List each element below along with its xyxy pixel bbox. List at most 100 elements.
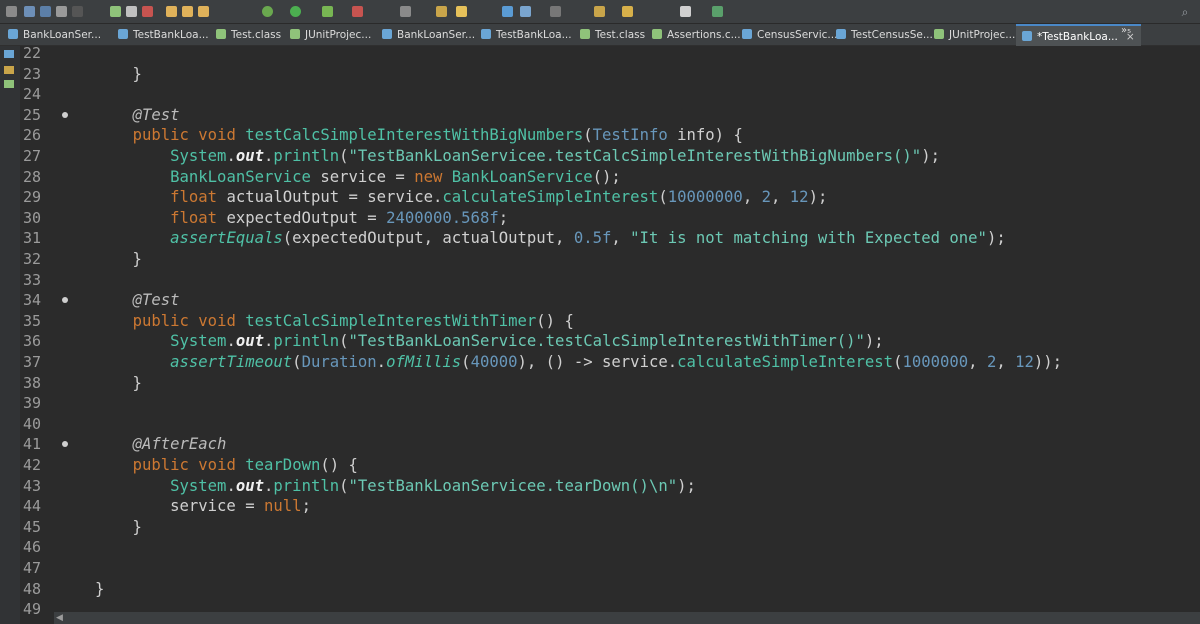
fold-marker-icon[interactable] xyxy=(62,111,68,118)
junit-icon[interactable] xyxy=(4,80,14,88)
code-token: 12 xyxy=(789,188,809,207)
toggle-mark-icon[interactable] xyxy=(520,6,531,17)
new-package-icon[interactable] xyxy=(436,6,447,17)
code-line[interactable]: 30 float expectedOutput = 2400000.568f; xyxy=(20,208,1200,229)
line-number: 46 xyxy=(23,538,42,557)
code-token: actualOutput = service. xyxy=(217,188,443,207)
next-annotation-icon[interactable] xyxy=(594,6,605,17)
resume-icon[interactable] xyxy=(110,6,121,17)
code-line[interactable]: 37 assertTimeout(Duration.ofMillis(40000… xyxy=(20,352,1200,373)
code-line[interactable]: 26 public void testCalcSimpleInterestWit… xyxy=(20,125,1200,146)
code-line[interactable]: 36 System.out.println("TestBankLoanServi… xyxy=(20,331,1200,352)
code-line[interactable]: 38 } xyxy=(20,373,1200,394)
code-line[interactable]: 41 @AfterEach xyxy=(20,434,1200,455)
save-all-icon[interactable] xyxy=(40,6,51,17)
run-icon[interactable] xyxy=(290,6,301,17)
code-token: } xyxy=(95,250,142,268)
code-token: assertEquals xyxy=(170,229,283,248)
print-icon[interactable] xyxy=(56,6,67,17)
scroll-left-icon[interactable]: ◀ xyxy=(56,612,63,624)
code-line[interactable]: 44 service = null; xyxy=(20,496,1200,517)
tab-label: BankLoanSer... xyxy=(397,29,476,41)
code-line[interactable]: 47 xyxy=(20,558,1200,579)
code-editor[interactable]: 22 23 } 24 25 @Test 26 public void testCalcS… xyxy=(20,43,1200,618)
line-number: 31 xyxy=(23,229,42,248)
code-text: service = null; xyxy=(95,496,311,517)
code-line[interactable]: 23 } xyxy=(20,64,1200,85)
tab-label: TestCensusSe... xyxy=(851,29,933,41)
horizontal-scrollbar[interactable]: ◀ xyxy=(54,612,1200,624)
code-line[interactable]: 24 xyxy=(20,84,1200,105)
tab-overflow-button[interactable]: »₅ xyxy=(1121,25,1131,36)
pilcrow-icon[interactable] xyxy=(550,6,561,17)
code-token: float xyxy=(170,188,218,207)
code-token: println xyxy=(273,476,340,495)
code-text: System.out.println("TestBankLoanServicee… xyxy=(95,146,940,167)
save-icon[interactable] xyxy=(24,6,35,17)
line-number: 44 xyxy=(23,497,42,516)
code-token: ); xyxy=(864,332,884,351)
code-line[interactable]: 25 @Test xyxy=(20,105,1200,126)
code-token: } xyxy=(95,517,142,536)
code-line[interactable]: 48} xyxy=(20,579,1200,600)
code-line[interactable]: 43 System.out.println("TestBankLoanServi… xyxy=(20,476,1200,497)
code-line[interactable]: 33 xyxy=(20,270,1200,291)
code-token: } xyxy=(95,579,105,598)
coverage-icon[interactable] xyxy=(322,6,333,17)
code-line[interactable]: 46 xyxy=(20,537,1200,558)
external-tools-icon[interactable] xyxy=(352,6,363,17)
open-type-icon[interactable] xyxy=(456,6,467,17)
perspective-icon[interactable] xyxy=(712,6,723,17)
code-token: service = xyxy=(95,497,264,516)
code-token: (); xyxy=(592,167,621,186)
java-file-icon xyxy=(1022,31,1032,41)
code-line[interactable]: 27 System.out.println("TestBankLoanServi… xyxy=(20,146,1200,167)
line-number: 45 xyxy=(23,517,42,536)
search-tool-icon[interactable] xyxy=(502,6,513,17)
new-java-project-icon[interactable] xyxy=(400,6,411,17)
code-token: @Test xyxy=(132,105,180,124)
terminal-icon[interactable] xyxy=(72,6,83,17)
java-file-icon xyxy=(382,29,392,39)
line-number: 36 xyxy=(23,332,42,351)
code-line[interactable]: 29 float actualOutput = service.calculat… xyxy=(20,187,1200,208)
forward-icon[interactable] xyxy=(680,6,691,17)
code-line[interactable]: 35 public void testCalcSimpleInterestWit… xyxy=(20,311,1200,332)
back-icon[interactable] xyxy=(622,6,633,17)
new-icon[interactable] xyxy=(6,6,17,17)
code-token: void xyxy=(198,126,236,145)
code-line[interactable]: 40 xyxy=(20,414,1200,435)
code-token: assertTimeout xyxy=(170,353,293,371)
line-number: 48 xyxy=(23,579,42,598)
tab-label: JUnitProjec... xyxy=(949,29,1016,41)
package-explorer-icon[interactable] xyxy=(4,50,14,58)
fold-marker-icon[interactable] xyxy=(62,297,68,304)
step-into-icon[interactable] xyxy=(166,6,177,17)
code-token: void xyxy=(198,311,236,330)
line-number: 37 xyxy=(23,353,42,371)
code-line[interactable]: 39 xyxy=(20,393,1200,414)
stop-icon[interactable] xyxy=(142,6,153,17)
suspend-icon[interactable] xyxy=(126,6,137,17)
line-number: 39 xyxy=(23,394,42,413)
code-line[interactable]: 22 xyxy=(20,43,1200,64)
code-line[interactable]: 34 @Test xyxy=(20,290,1200,311)
type-hierarchy-icon[interactable] xyxy=(4,66,14,74)
code-line[interactable]: 31 assertEquals(expectedOutput, actualOu… xyxy=(20,228,1200,249)
code-token: expectedOutput = xyxy=(217,208,387,227)
fold-marker-icon[interactable] xyxy=(62,441,68,448)
search-icon[interactable]: ⌕ xyxy=(1178,5,1192,19)
code-line[interactable]: 45 } xyxy=(20,517,1200,538)
code-token: public xyxy=(132,456,189,474)
step-return-icon[interactable] xyxy=(198,6,209,17)
code-token: @Test xyxy=(132,291,180,310)
code-line[interactable]: 42 public void tearDown() { xyxy=(20,455,1200,476)
code-token: BankLoanService xyxy=(170,167,311,186)
code-token: System xyxy=(170,332,227,351)
code-line[interactable]: 28 BankLoanService service = new BankLoa… xyxy=(20,167,1200,188)
code-line[interactable]: 32 } xyxy=(20,249,1200,270)
step-over-icon[interactable] xyxy=(182,6,193,17)
debug-icon[interactable] xyxy=(262,6,273,17)
